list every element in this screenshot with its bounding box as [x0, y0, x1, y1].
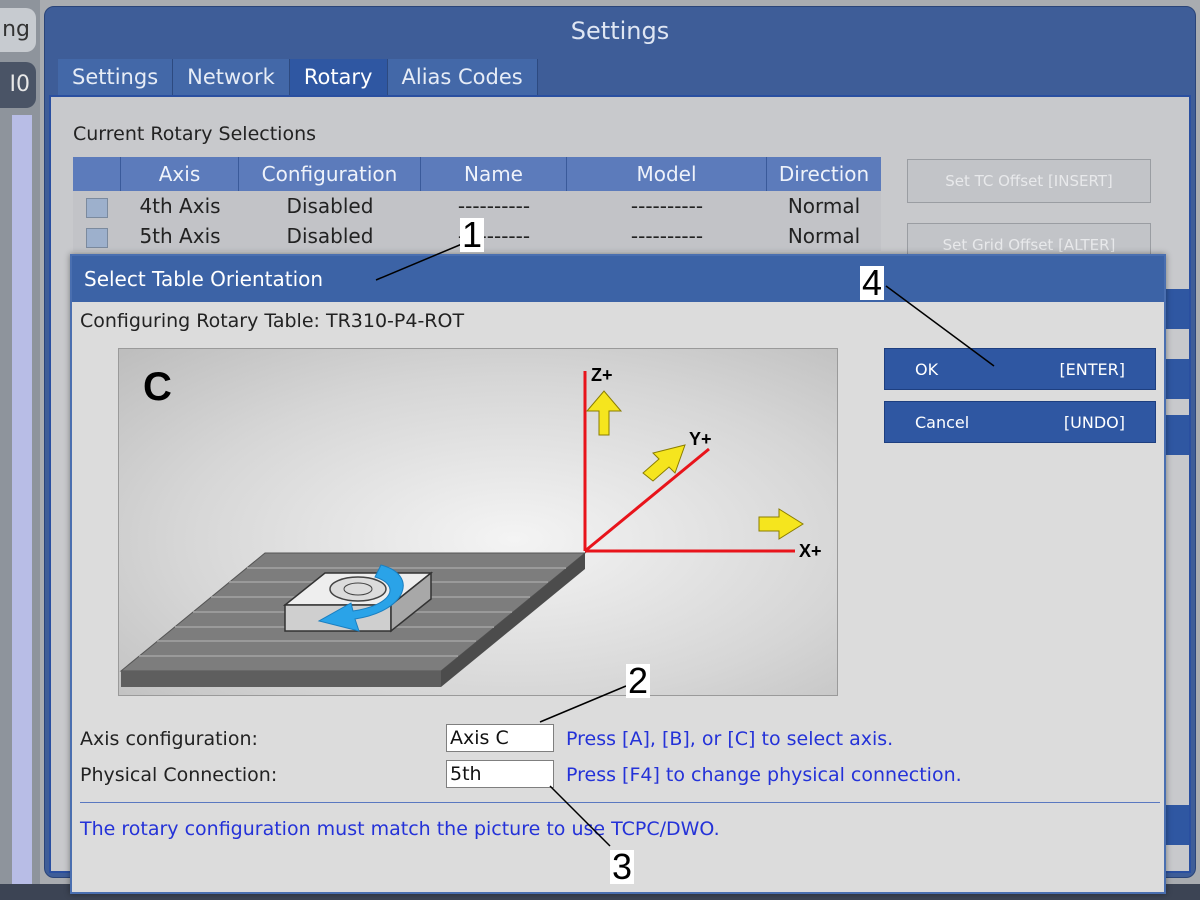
cell-configuration: Disabled [286, 224, 374, 248]
cell-axis: 4th Axis [139, 194, 221, 218]
left-partial-tab[interactable]: ng [0, 8, 36, 52]
table-header: Axis Configuration Name Model Direction [73, 157, 881, 191]
settings-window-title: Settings [570, 17, 670, 45]
dialog-divider [80, 802, 1160, 803]
tab-settings[interactable]: Settings [58, 59, 174, 95]
x-plus-label: X+ [799, 541, 822, 561]
column-header-axis[interactable]: Axis [121, 157, 239, 191]
dialog-subtitle: Configuring Rotary Table: TR310-P4-ROT [80, 310, 465, 332]
y-axis-line [584, 447, 710, 553]
ok-button-label: OK [915, 360, 939, 379]
left-partial-tab-active[interactable]: I0 [0, 62, 36, 108]
row-checkbox[interactable] [86, 227, 108, 248]
axis-configuration-label: Axis configuration: [80, 728, 258, 750]
machine-table-front [121, 671, 441, 687]
cell-model: ---------- [630, 194, 704, 218]
axis-letter-label: C [143, 365, 172, 409]
y-plus-label: Y+ [689, 429, 712, 449]
ok-button-key: [ENTER] [1059, 360, 1125, 379]
column-header-configuration[interactable]: Configuration [239, 157, 421, 191]
cancel-button-key: [UNDO] [1063, 413, 1125, 432]
cancel-button-label: Cancel [915, 413, 970, 432]
tab-network[interactable]: Network [173, 59, 290, 95]
cell-direction: Normal [787, 224, 861, 248]
physical-connection-field[interactable]: 5th [446, 760, 554, 788]
cell-model: ---------- [630, 224, 704, 248]
axis-configuration-hint: Press [A], [B], or [C] to select axis. [566, 728, 894, 750]
rotary-selections-table: Axis Configuration Name Model Direction … [73, 157, 881, 251]
tcpc-dwo-note: The rotary configuration must match the … [80, 818, 720, 840]
set-tc-offset-button[interactable]: Set TC Offset [INSERT] [907, 159, 1151, 203]
table-row[interactable]: 4th Axis Disabled ---------- ---------- … [73, 191, 881, 221]
rotary-platter [329, 576, 387, 602]
dialog-title: Select Table Orientation [72, 256, 1164, 302]
cell-direction: Normal [787, 194, 861, 218]
table-orientation-picture: C Z+ Y+ X+ [118, 348, 838, 696]
axis-configuration-field[interactable]: Axis C [446, 724, 554, 752]
tab-rotary[interactable]: Rotary [289, 59, 388, 95]
column-header-name[interactable]: Name [421, 157, 567, 191]
section-label: Current Rotary Selections [73, 123, 317, 145]
left-panel-column [12, 115, 32, 885]
cancel-button[interactable]: Cancel [UNDO] [884, 401, 1156, 443]
cell-configuration: Disabled [286, 194, 374, 218]
cell-name: ---------- [457, 194, 531, 218]
cell-axis: 5th Axis [139, 224, 221, 248]
z-plus-label: Z+ [591, 365, 613, 385]
z-plus-arrow-icon [585, 390, 623, 436]
column-header-model[interactable]: Model [567, 157, 767, 191]
tab-alias-codes[interactable]: Alias Codes [387, 59, 538, 95]
column-header-checkbox [73, 157, 121, 191]
physical-connection-hint: Press [F4] to change physical connection… [566, 764, 962, 786]
ok-button[interactable]: OK [ENTER] [884, 348, 1156, 390]
column-header-direction[interactable]: Direction [767, 157, 881, 191]
x-plus-arrow-icon [758, 508, 804, 540]
physical-connection-label: Physical Connection: [80, 764, 278, 786]
select-table-orientation-dialog: Select Table Orientation Configuring Rot… [70, 254, 1166, 894]
orientation-diagram [119, 371, 804, 687]
row-checkbox[interactable] [86, 197, 108, 218]
settings-tab-bar: Settings Network Rotary Alias Codes [58, 59, 538, 95]
table-row[interactable]: 5th Axis Disabled ---------- ---------- … [73, 221, 881, 251]
cell-name: ---------- [457, 224, 531, 248]
